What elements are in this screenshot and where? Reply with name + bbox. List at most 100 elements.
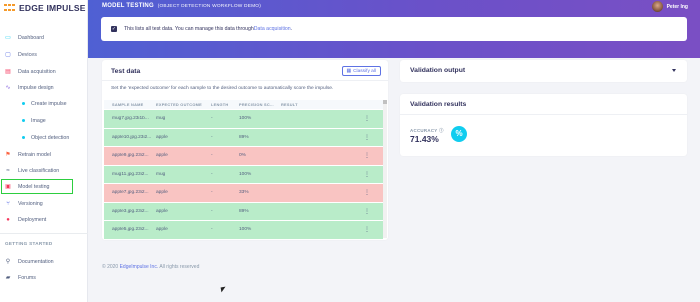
sidebar-item-create-impulse[interactable]: Create impulse	[0, 97, 88, 110]
sidebar-divider	[0, 233, 88, 234]
card-divider	[102, 80, 388, 81]
sidebar-item-label: Retrain model	[18, 151, 51, 158]
validation-output-card[interactable]: Validation output	[400, 60, 687, 82]
sidebar-item-devices[interactable]: ▢ Devices	[0, 48, 88, 61]
table-row[interactable]: mug11.jpg.23i2... mug - 100% ⋮	[104, 165, 383, 184]
data-icon: ▤	[5, 68, 11, 75]
live-icon: ≈	[6, 167, 10, 174]
table-row[interactable]: apple9.jpg.23i2... apple - 0% ⋮	[104, 147, 383, 166]
sidebar-item-documentation[interactable]: ⚲ Documentation	[0, 255, 88, 268]
user-menu[interactable]: Peter Ing	[651, 1, 688, 12]
length: -	[211, 116, 213, 122]
test-data-description: Set the 'expected outcome' for each samp…	[111, 86, 334, 91]
dot-icon	[22, 136, 25, 139]
card-divider	[400, 114, 687, 115]
length: -	[211, 227, 213, 233]
table-row[interactable]: apple10.jpg.23i2... apple - 89% ⋮	[104, 128, 383, 147]
precision: 100%	[239, 116, 252, 122]
sidebar-item-label: Object detection	[31, 134, 70, 141]
impulse-icon: ∿	[5, 84, 11, 91]
sidebar-item-label: Create impulse	[31, 100, 67, 107]
table-header: SAMPLE NAME EXPECTED OUTCOME LENGTH PREC…	[104, 100, 383, 109]
sample-name: apple10.jpg.23i2...	[112, 134, 152, 140]
info-alert: ✓ This lists all test data. You can mana…	[101, 17, 687, 41]
row-menu-icon[interactable]: ⋮	[357, 152, 377, 159]
retrain-icon: ⚑	[5, 151, 11, 158]
sidebar-item-label: Live classification	[18, 167, 60, 174]
column-header-result[interactable]: RESULT	[281, 102, 357, 107]
precision: 0%	[239, 153, 246, 159]
sidebar-item-label: Deployment	[18, 216, 47, 223]
avatar[interactable]	[651, 1, 663, 12]
expected-outcome: apple	[156, 190, 168, 196]
footer-text: © 2020	[102, 264, 120, 270]
row-menu-icon[interactable]: ⋮	[357, 171, 377, 178]
sidebar-item-label: Dashboard	[18, 34, 44, 41]
sidebar-item-deployment[interactable]: ● Deployment	[0, 213, 88, 226]
sidebar-item-label: Image	[31, 117, 46, 124]
sidebar-item-label: Versioning	[18, 200, 43, 207]
row-menu-icon[interactable]: ⋮	[357, 189, 377, 196]
column-header-precision[interactable]: PRECISION SC...	[239, 102, 281, 107]
forums-icon: ▰	[5, 274, 11, 281]
table-row[interactable]: apple5.jpg.23i2... apple - 100% ⋮	[104, 221, 383, 240]
validation-results-card: Validation results ACCURACY ⓘ 71.43% %	[400, 94, 687, 156]
sidebar-item-image[interactable]: Image	[0, 114, 88, 127]
sample-name: apple5.jpg.23i2...	[112, 227, 149, 233]
expected-outcome: apple	[156, 153, 168, 159]
percent-icon: %	[451, 126, 467, 142]
table-row[interactable]: apple3.jpg.23i2... apple - 89% ⋮	[104, 202, 383, 221]
sidebar-item-data-acquisition[interactable]: ▤ Data acquisition	[0, 65, 88, 78]
length: -	[211, 134, 213, 140]
precision: 100%	[239, 227, 252, 233]
column-header-sample-name[interactable]: SAMPLE NAME	[104, 102, 156, 107]
sample-name: mug11.jpg.23i2...	[112, 171, 149, 177]
row-menu-icon[interactable]: ⋮	[357, 134, 377, 141]
length: -	[211, 171, 213, 177]
sidebar-item-label: Impulse design	[18, 84, 54, 91]
dot-icon	[22, 102, 25, 105]
info-icon[interactable]: ⓘ	[439, 128, 444, 133]
sidebar-item-object-detection[interactable]: Object detection	[0, 131, 88, 144]
edgeimpulse-link[interactable]: EdgeImpulse Inc.	[120, 264, 159, 270]
classify-icon: ▦	[346, 68, 352, 74]
sidebar-item-model-testing[interactable]: ▣ Model testing	[1, 179, 73, 194]
chevron-down-icon[interactable]	[672, 69, 676, 72]
logo[interactable]: EDGE IMPULSE	[4, 3, 86, 13]
page-title-text: MODEL TESTING	[102, 3, 154, 9]
sample-name: apple9.jpg.23i2...	[112, 153, 149, 159]
table-row[interactable]: mug7.jpg.23i1b... mug - 100% ⋮	[104, 110, 383, 129]
alert-text-end: .	[290, 26, 293, 32]
row-menu-icon[interactable]: ⋮	[357, 226, 377, 233]
page-subtitle: (OBJECT DETECTION WORKFLOW DEMO)	[157, 4, 262, 9]
accuracy-value: 71.43%	[410, 134, 439, 144]
table-row[interactable]: apple7.jpg.23i2... apple - 33% ⋮	[104, 184, 383, 203]
user-name[interactable]: Peter Ing	[667, 4, 688, 10]
expected-outcome: apple	[156, 208, 168, 214]
sidebar-item-versioning[interactable]: ⑂ Versioning	[0, 197, 88, 210]
column-header-expected-outcome[interactable]: EXPECTED OUTCOME	[156, 102, 211, 107]
sidebar-item-dashboard[interactable]: ▭ Dashboard	[0, 31, 88, 44]
test-data-card: Test data ▦ Classify all Set the 'expect…	[102, 60, 388, 240]
page-title: MODEL TESTING (OBJECT DETECTION WORKFLOW…	[102, 3, 261, 9]
sidebar-item-forums[interactable]: ▰ Forums	[0, 271, 88, 284]
row-menu-icon[interactable]: ⋮	[357, 115, 377, 122]
precision: 89%	[239, 134, 249, 140]
expected-outcome: mug	[156, 116, 166, 122]
data-acquisition-link[interactable]: Data acquisition	[254, 26, 291, 32]
sidebar-item-impulse-design[interactable]: ∿ Impulse design	[0, 81, 88, 94]
column-header-length[interactable]: LENGTH	[211, 102, 239, 107]
versioning-icon: ⑂	[6, 200, 10, 207]
sidebar-item-live-classification[interactable]: ≈ Live classification	[0, 164, 88, 177]
sample-name: mug7.jpg.23i1b...	[112, 116, 149, 122]
row-menu-icon[interactable]: ⋮	[357, 208, 377, 215]
devices-icon: ▢	[5, 51, 11, 58]
classify-all-button[interactable]: ▦ Classify all	[341, 66, 381, 76]
footer-text-end: All rights reserved	[158, 264, 200, 270]
sample-name: apple7.jpg.23i2...	[112, 190, 149, 196]
table-scrollbar[interactable]	[383, 100, 387, 238]
footer: © 2020 EdgeImpulse Inc. All rights reser…	[102, 264, 199, 270]
scrollbar-thumb[interactable]	[383, 100, 387, 104]
sidebar-item-retrain-model[interactable]: ⚑ Retrain model	[0, 148, 88, 161]
sidebar: EDGE IMPULSE ▭ Dashboard ▢ Devices ▤ Dat…	[0, 0, 88, 302]
